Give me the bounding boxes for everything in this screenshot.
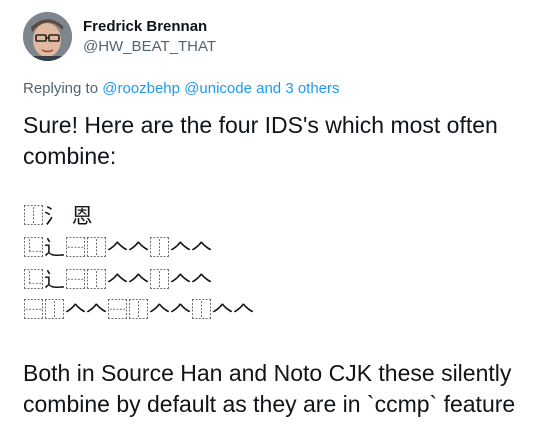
avatar[interactable] [23, 12, 72, 61]
tweet-text-paragraph-1: Sure! Here are the four IDS's which most… [23, 112, 498, 169]
ids-sequence-1: ⿰氵 恩 [23, 204, 93, 228]
ids-sequence-3: ⿺辶⿱⿰𠆢𠆢⿰𠆢𠆢 [23, 268, 212, 292]
author-display-name[interactable]: Fredrick Brennan [83, 18, 207, 35]
reply-others-link[interactable]: and 3 others [256, 80, 339, 97]
ids-sequence-2: ⿺辶⿱⿰𠆢𠆢⿰𠆢𠆢 [23, 236, 212, 260]
reply-prefix: Replying to [23, 80, 99, 97]
reply-context: Replying to @roozbehp @unicode and 3 oth… [23, 80, 340, 97]
mention-roozbehp-link[interactable]: @roozbehp [102, 80, 180, 97]
tweet: Fredrick Brennan @HW_BEAT_THAT Replying … [0, 0, 555, 434]
ids-sequence-4: ⿱⿰𠆢𠆢⿱⿰𠆢𠆢⿰𠆢𠆢 [23, 298, 254, 322]
tweet-text-paragraph-2: Both in Source Han and Noto CJK these si… [23, 360, 516, 417]
author-handle[interactable]: @HW_BEAT_THAT [83, 38, 216, 55]
mention-unicode-link[interactable]: @unicode [184, 80, 252, 97]
avatar-image [23, 12, 72, 61]
